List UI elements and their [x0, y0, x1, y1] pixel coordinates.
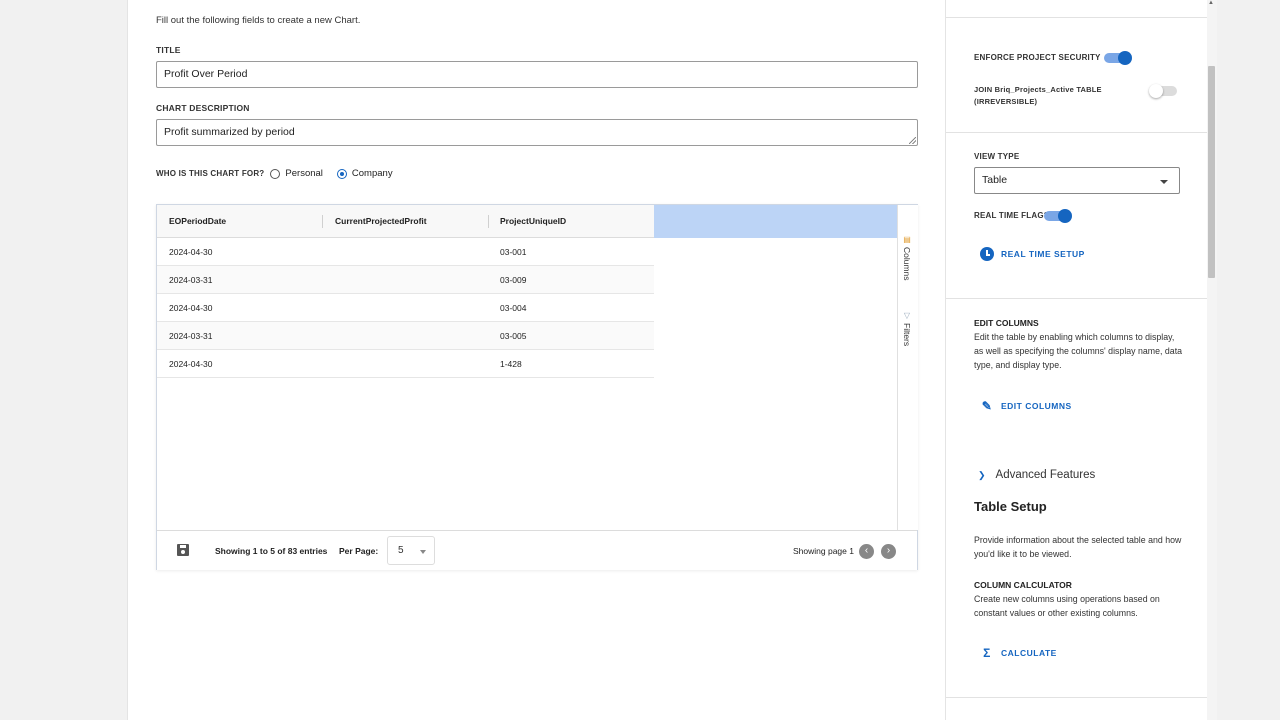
divider	[946, 132, 1208, 133]
radio-company[interactable]	[336, 168, 347, 179]
clock-icon	[980, 247, 994, 261]
cell-date: 2024-03-31	[169, 275, 213, 285]
cell-date: 2024-03-31	[169, 331, 213, 341]
advanced-features-label: Advanced Features	[995, 469, 1096, 481]
grid-side-panel: ▤ Columns ▽ Filters	[897, 205, 918, 530]
edit-columns-title: EDIT COLUMNS	[974, 318, 1039, 328]
view-type-select[interactable]: Table	[974, 167, 1180, 194]
previous-page-button[interactable]: ‹	[859, 544, 874, 559]
pencil-icon: ✎	[981, 399, 993, 413]
filters-tab[interactable]: ▽ Filters	[902, 311, 912, 346]
audience-option-personal[interactable]: Personal	[270, 168, 323, 179]
cell-date: 2024-04-30	[169, 247, 213, 257]
data-grid: EOPeriodDate CurrentProjectedProfit Proj…	[156, 204, 918, 570]
settings-panel: ENFORCE PROJECT SECURITY JOIN Briq_Proje…	[945, 0, 1208, 720]
columns-tab-label: Columns	[902, 247, 912, 281]
advanced-features-toggle[interactable]: ❯ Advanced Features	[978, 469, 1095, 481]
column-header-currentprojectedprofit[interactable]: CurrentProjectedProfit	[323, 205, 439, 238]
table-row[interactable]: 2024-04-30 03-004	[157, 294, 654, 322]
title-input[interactable]: Profit Over Period	[156, 61, 918, 88]
table-row[interactable]: 2024-04-30 03-001	[157, 238, 654, 266]
real-time-setup-button[interactable]: REAL TIME SETUP	[980, 247, 1085, 261]
real-time-toggle[interactable]	[1044, 209, 1072, 223]
entries-count: Showing 1 to 5 of 83 entries	[215, 546, 328, 556]
scrollbar-thumb[interactable]	[1208, 66, 1215, 278]
description-text: Profit summarized by period	[164, 126, 295, 138]
real-time-label: REAL TIME FLAG?	[974, 211, 1049, 220]
divider	[946, 298, 1208, 299]
cell-project-id: 03-005	[500, 331, 527, 341]
chevron-down-icon	[420, 550, 426, 554]
cell-project-id: 03-004	[500, 303, 527, 313]
sigma-icon: Σ	[983, 646, 991, 660]
cell-date: 2024-04-30	[169, 359, 213, 369]
chart-form-panel: Fill out the following fields to create …	[127, 0, 945, 720]
cell-project-id: 1-428	[500, 359, 522, 369]
chevron-down-icon: ❯	[978, 469, 986, 480]
real-time-setup-label: REAL TIME SETUP	[1001, 249, 1085, 259]
grid-header: EOPeriodDate CurrentProjectedProfit Proj…	[157, 205, 897, 238]
description-label: CHART DESCRIPTION	[156, 103, 250, 113]
column-header-eoperioddate[interactable]: EOPeriodDate	[157, 205, 238, 238]
divider	[946, 697, 1208, 698]
columns-icon: ▤	[902, 235, 912, 244]
per-page-label: Per Page:	[339, 546, 379, 556]
audience-question: WHO IS THIS CHART FOR?	[156, 169, 265, 178]
join-table-label: JOIN Briq_Projects_Active TABLE (IRREVER…	[974, 85, 1102, 106]
cell-date: 2024-04-30	[169, 303, 213, 313]
table-setup-description: Provide information about the selected t…	[974, 535, 1182, 559]
scrollbar[interactable]: ▲	[1207, 0, 1217, 720]
grid-footer: Showing 1 to 5 of 83 entries Per Page: 5…	[157, 530, 917, 570]
per-page-value: 5	[398, 545, 404, 556]
edit-columns-action-label: EDIT COLUMNS	[1001, 401, 1072, 411]
columns-tab[interactable]: ▤ Columns	[902, 235, 912, 281]
audience-company-label: Company	[351, 168, 393, 179]
resize-grip-icon[interactable]	[909, 137, 916, 144]
table-row[interactable]: 2024-03-31 03-005	[157, 322, 654, 350]
audience-option-company[interactable]: Company	[336, 168, 393, 179]
calculate-label: CALCULATE	[1001, 648, 1057, 658]
header-empty-highlight	[654, 205, 897, 238]
page-indicator: Showing page 1	[793, 546, 854, 556]
toggle-knob	[1149, 84, 1163, 98]
join-table-toggle[interactable]	[1149, 84, 1177, 98]
scroll-up-icon[interactable]: ▲	[1208, 0, 1214, 6]
calculate-button[interactable]: Σ CALCULATE	[980, 646, 1057, 660]
view-type-label: VIEW TYPE	[974, 152, 1020, 161]
column-calculator-title: COLUMN CALCULATOR	[974, 580, 1072, 590]
table-row[interactable]: 2024-04-30 1-428	[157, 350, 654, 378]
filters-tab-label: Filters	[902, 323, 912, 347]
table-setup-title: Table Setup	[974, 499, 1047, 514]
filter-icon: ▽	[902, 311, 912, 320]
per-page-select[interactable]: 5	[387, 536, 435, 565]
cell-project-id: 03-009	[500, 275, 527, 285]
enforce-security-label: ENFORCE PROJECT SECURITY	[974, 53, 1101, 62]
next-page-button[interactable]: ›	[881, 544, 896, 559]
edit-columns-description: Edit the table by enabling which columns…	[974, 332, 1183, 370]
divider	[946, 17, 1208, 18]
title-label: TITLE	[156, 45, 181, 55]
description-textarea[interactable]: Profit summarized by period	[156, 119, 918, 146]
audience-radio-group: WHO IS THIS CHART FOR? Personal Company	[156, 168, 407, 179]
enforce-security-toggle[interactable]	[1104, 51, 1132, 65]
column-header-projectuniqueid[interactable]: ProjectUniqueID	[488, 205, 578, 238]
audience-personal-label: Personal	[285, 168, 323, 179]
cell-project-id: 03-001	[500, 247, 527, 257]
save-icon[interactable]	[177, 544, 189, 556]
toggle-knob	[1058, 209, 1072, 223]
view-type-value: Table	[982, 174, 1008, 186]
table-row[interactable]: 2024-03-31 03-009	[157, 266, 654, 294]
form-intro: Fill out the following fields to create …	[156, 15, 361, 26]
column-calculator-description: Create new columns using operations base…	[974, 594, 1160, 618]
chevron-down-icon	[1160, 180, 1168, 184]
edit-columns-button[interactable]: ✎ EDIT COLUMNS	[980, 399, 1072, 413]
radio-personal[interactable]	[270, 168, 281, 179]
toggle-knob	[1118, 51, 1132, 65]
